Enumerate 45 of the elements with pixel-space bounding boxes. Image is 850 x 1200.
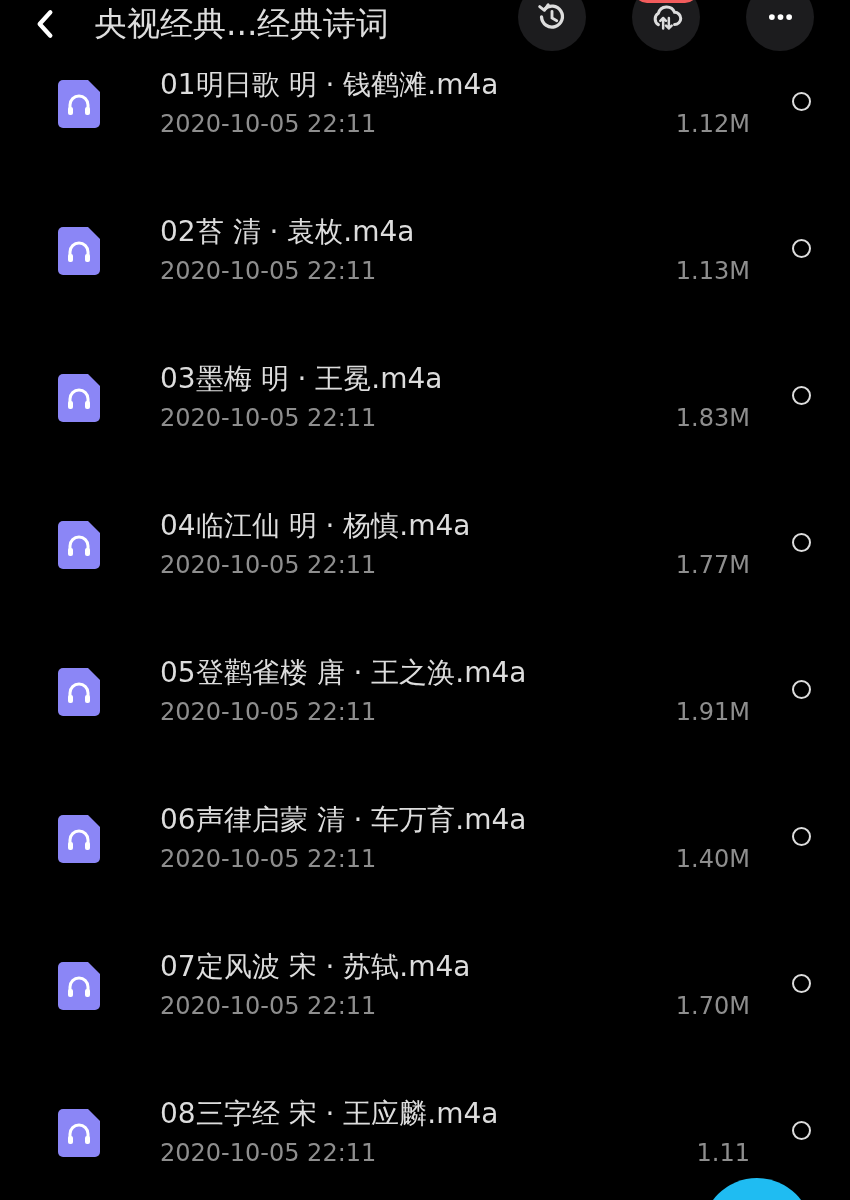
history-button[interactable]	[518, 0, 586, 51]
file-name: 02苔 清 · 袁枚.m4a	[160, 214, 416, 250]
file-size: 1.70M	[674, 992, 750, 1020]
file-name: 04临江仙 明 · 杨慎.m4a	[160, 508, 472, 544]
select-radio[interactable]	[792, 533, 811, 552]
select-radio[interactable]	[792, 1121, 811, 1140]
file-name: 08三字经 宋 · 王应麟.m4a	[160, 1096, 500, 1132]
cloud-upload-button[interactable]	[632, 0, 700, 51]
file-size: 1.83M	[674, 404, 750, 432]
audio-file-icon	[58, 227, 100, 275]
file-date: 2020-10-05 22:11	[160, 991, 378, 1022]
audio-file-icon	[58, 668, 100, 716]
select-radio[interactable]	[792, 680, 811, 699]
select-radio[interactable]	[792, 827, 811, 846]
file-name: 01明日歌 明 · 钱鹤滩.m4a	[160, 67, 500, 103]
select-radio[interactable]	[792, 239, 811, 258]
file-date: 2020-10-05 22:11	[160, 1138, 378, 1169]
audio-file-icon	[58, 521, 100, 569]
file-date: 2020-10-05 22:11	[160, 256, 378, 287]
audio-file-icon	[58, 374, 100, 422]
file-name: 06声律启蒙 清 · 车万育.m4a	[160, 802, 528, 838]
file-size: 1.11	[695, 1139, 750, 1167]
file-size: 1.91M	[674, 698, 750, 726]
file-name: 07定风波 宋 · 苏轼.m4a	[160, 949, 472, 985]
file-size: 1.12M	[674, 110, 750, 138]
audio-file-icon	[58, 80, 100, 128]
file-size: 1.40M	[674, 845, 750, 873]
folder-title: 央视经典...经典诗词	[94, 2, 391, 45]
audio-file-icon	[58, 815, 100, 863]
file-name: 05登鹳雀楼 唐 · 王之涣.m4a	[160, 655, 528, 691]
select-radio[interactable]	[792, 974, 811, 993]
file-name: 03墨梅 明 · 王冕.m4a	[160, 361, 444, 397]
file-date: 2020-10-05 22:11	[160, 403, 378, 434]
file-date: 2020-10-05 22:11	[160, 550, 378, 581]
file-date: 2020-10-05 22:11	[160, 109, 378, 140]
more-button[interactable]	[746, 0, 814, 51]
audio-file-icon	[58, 1109, 100, 1157]
select-radio[interactable]	[792, 386, 811, 405]
file-size: 1.13M	[674, 257, 750, 285]
audio-file-icon	[58, 962, 100, 1010]
select-radio[interactable]	[792, 92, 811, 111]
file-date: 2020-10-05 22:11	[160, 697, 378, 728]
file-size: 1.77M	[674, 551, 750, 579]
file-date: 2020-10-05 22:11	[160, 844, 378, 875]
more-icon	[768, 14, 792, 20]
